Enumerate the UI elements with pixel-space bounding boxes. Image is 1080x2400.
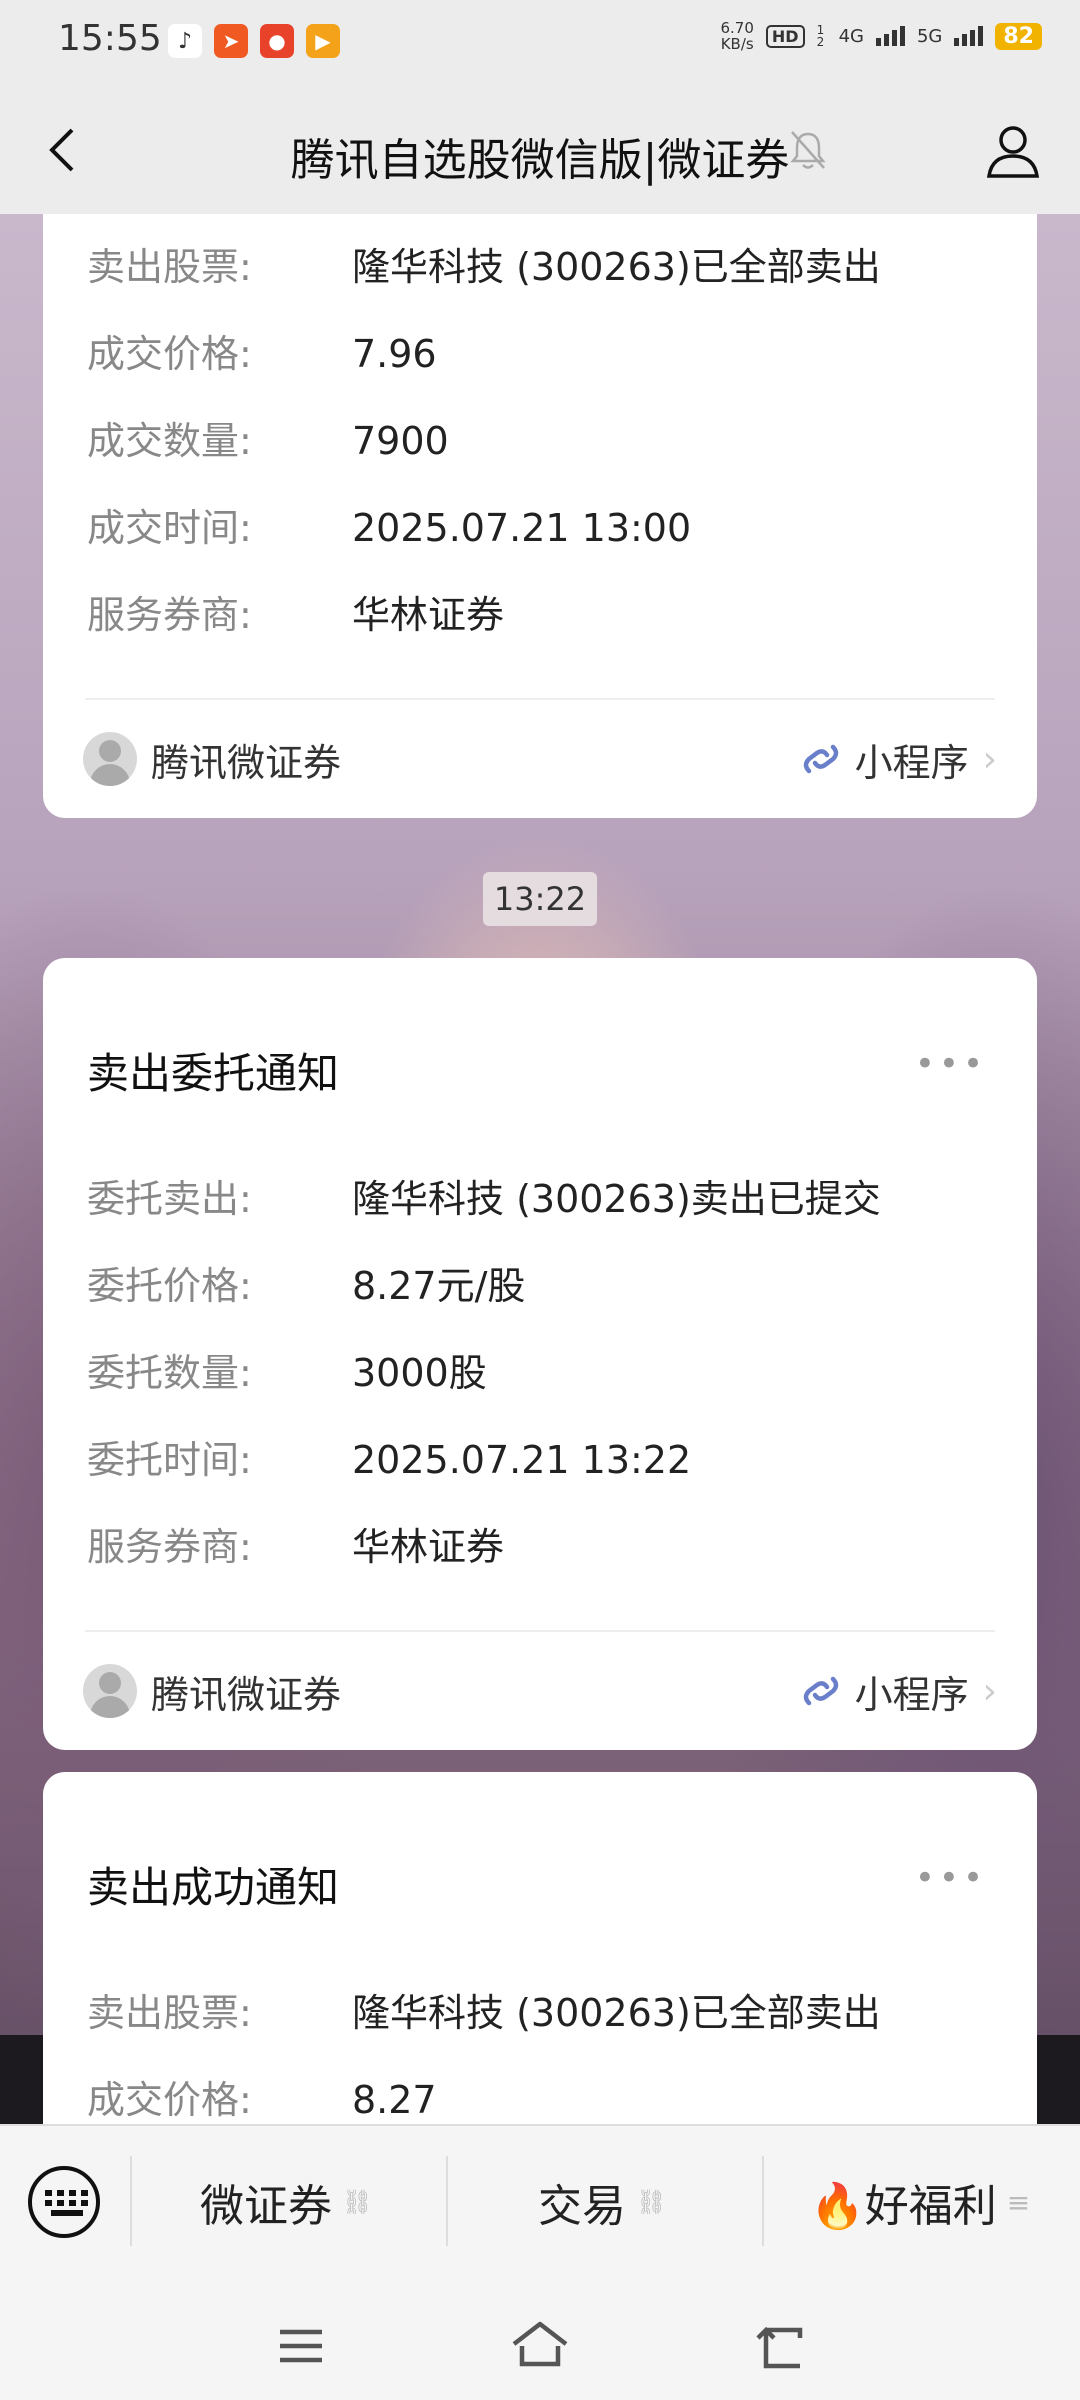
menu-divider	[130, 2156, 132, 2246]
card-footer[interactable]: 腾讯微证券 小程序 ›	[83, 724, 997, 794]
home-icon[interactable]	[510, 2320, 570, 2370]
menu-item-trade[interactable]: 交易 ⛓	[538, 2170, 666, 2234]
official-account-menu: 微证券 ⛓ 交易 ⛓ 🔥好福利 ≡	[0, 2124, 1080, 2286]
hd-icon: HD	[765, 24, 805, 48]
more-options-icon[interactable]: •••	[915, 1858, 987, 1898]
mini-program-icon	[803, 744, 838, 774]
network-speed: 6.70 KB/s	[720, 19, 754, 53]
hd-sub: 1 2	[816, 23, 825, 49]
detail-row: 卖出股票: 隆华科技 (300263)已全部卖出	[87, 1991, 881, 2035]
battery-icon: 82	[995, 22, 1042, 50]
mute-bell-icon	[790, 131, 826, 169]
card-title: 卖出委托通知	[87, 1049, 340, 1098]
system-navigation-bar	[0, 2284, 1080, 2400]
source-avatar	[83, 1664, 137, 1718]
message-card-sell-order[interactable]: 卖出委托通知 ••• 委托卖出: 隆华科技 (300263)卖出已提交 委托价格:…	[43, 958, 1037, 1750]
profile-icon[interactable]	[984, 122, 1042, 180]
message-card-sell-success[interactable]: 卖出成功通知 ••• 卖出股票: 隆华科技 (300263)已全部卖出 成交价格:…	[43, 1772, 1037, 2124]
chevron-right-icon: ›	[982, 738, 997, 780]
submenu-icon: ≡	[1006, 2185, 1031, 2219]
send-app-icon: ➤	[214, 24, 248, 58]
menu-item-benefits[interactable]: 🔥好福利 ≡	[810, 2170, 1030, 2234]
back-icon[interactable]	[752, 2324, 806, 2372]
mini-program-link[interactable]: 小程序 ›	[799, 732, 997, 787]
divider	[85, 1630, 995, 1632]
detail-row: 成交数量: 7900	[87, 419, 449, 463]
source-name: 腾讯微证券	[151, 740, 342, 785]
chat-title: 腾讯自选股微信版|微证券	[290, 135, 790, 186]
network-4g: 4G	[838, 25, 864, 47]
link-icon: ⛓	[636, 2188, 667, 2216]
detail-row: 委托时间: 2025.07.21 13:22	[87, 1438, 692, 1482]
network-5g: 5G	[916, 25, 943, 47]
shopping-app-icon: ●	[260, 24, 294, 58]
detail-row: 委托卖出: 隆华科技 (300263)卖出已提交	[87, 1177, 881, 1221]
chat-header: 腾讯自选股微信版|微证券	[0, 86, 1080, 214]
detail-row: 委托数量: 3000股	[87, 1351, 487, 1395]
system-indicators: 6.70 KB/s HD 1 2 4G 5G 82	[720, 20, 1042, 52]
status-time: 15:55	[58, 18, 162, 59]
detail-row: 服务券商: 华林证券	[87, 593, 505, 637]
menu-item-weizhengquan[interactable]: 微证券 ⛓	[200, 2170, 372, 2234]
menu-icon[interactable]	[276, 2324, 326, 2368]
source-name: 腾讯微证券	[151, 1672, 342, 1717]
detail-row: 成交价格: 7.96	[87, 332, 437, 376]
detail-row: 服务券商: 华林证券	[87, 1525, 505, 1569]
detail-row: 成交价格: 8.27	[87, 2078, 437, 2122]
signal-icon	[875, 26, 905, 46]
mini-program-icon	[803, 1676, 838, 1706]
detail-row: 委托价格: 8.27元/股	[87, 1264, 526, 1308]
card-title: 卖出成功通知	[87, 1863, 340, 1912]
music-notification-icon: ♪	[168, 24, 202, 58]
detail-row: 卖出股票: 隆华科技 (300263)已全部卖出	[87, 245, 881, 289]
chevron-right-icon: ›	[982, 1670, 997, 1712]
signal-icon-2	[954, 26, 984, 46]
mini-program-link[interactable]: 小程序 ›	[799, 1664, 997, 1719]
divider	[85, 698, 995, 700]
message-timestamp: 13:22	[483, 872, 597, 926]
link-icon: ⛓	[342, 2188, 373, 2216]
menu-divider	[446, 2156, 448, 2246]
card-footer[interactable]: 腾讯微证券 小程序 ›	[83, 1656, 997, 1726]
message-card-sell-result[interactable]: 卖出股票: 隆华科技 (300263)已全部卖出 成交价格: 7.96 成交数量: 7…	[43, 214, 1037, 818]
status-bar: 15:55 ♪ ➤ ● ▶ 6.70 KB/s HD 1 2 4G 5G 82	[0, 0, 1080, 86]
source-avatar	[83, 732, 137, 786]
keyboard-toggle-icon[interactable]	[28, 2166, 100, 2238]
menu-divider	[762, 2156, 764, 2246]
more-options-icon[interactable]: •••	[915, 1044, 987, 1084]
detail-row: 成交时间: 2025.07.21 13:00	[87, 506, 692, 550]
video-app-icon: ▶	[306, 24, 340, 58]
notification-icons: ♪ ➤ ● ▶	[168, 24, 340, 58]
